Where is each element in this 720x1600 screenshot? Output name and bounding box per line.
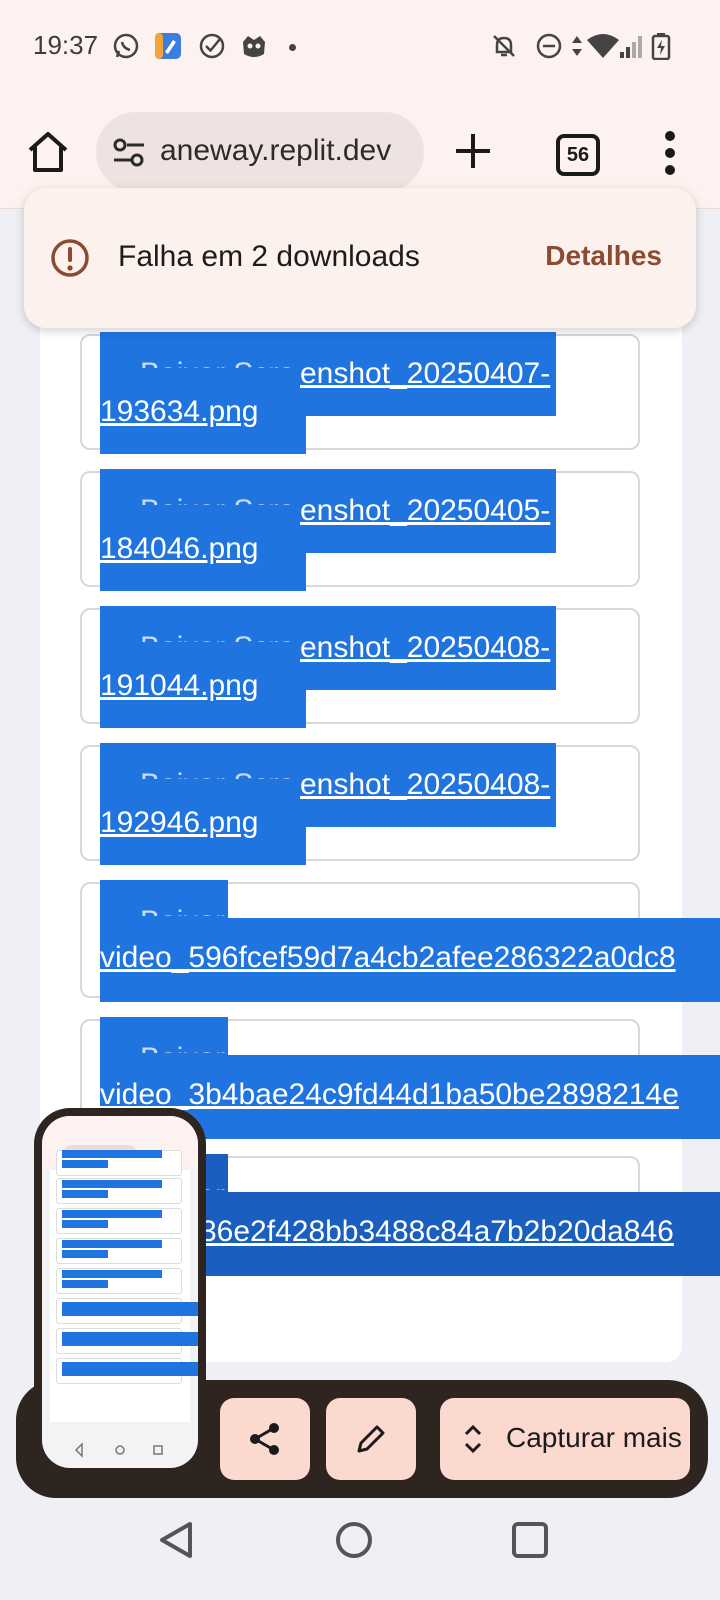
download-link-line1[interactable]: enshot_20250408- <box>300 767 550 803</box>
new-tab-icon[interactable] <box>452 130 494 172</box>
error-icon <box>51 239 89 277</box>
url-bar[interactable]: aneway.replit.dev <box>96 112 424 192</box>
download-link-line2[interactable]: 184046.png <box>100 531 259 567</box>
battery-charging-icon <box>651 33 671 60</box>
share-button[interactable] <box>220 1398 310 1480</box>
download-link-line2[interactable]: 192946.png <box>100 805 259 841</box>
site-settings-icon[interactable] <box>112 138 146 168</box>
thumbnail-highlight <box>62 1332 198 1346</box>
thumbnail-highlight <box>62 1210 162 1218</box>
download-link-line2[interactable]: 193634.png <box>100 394 259 430</box>
status-bar: 19:37 <box>0 0 720 96</box>
expand-icon <box>464 1424 482 1454</box>
system-nav-bar <box>0 1500 720 1600</box>
snackbar-message: Falha em 2 downloads <box>118 240 420 273</box>
more-menu-icon[interactable] <box>664 130 676 176</box>
share-icon <box>250 1423 279 1455</box>
whatsapp-icon <box>113 33 139 59</box>
tab-count: 56 <box>566 144 590 166</box>
thumbnail-screen <box>42 1116 198 1468</box>
download-link-line2[interactable]: video_596fcef59d7a4cb2afee286322a0dc8 <box>100 940 676 976</box>
url-text: aneway.replit.dev <box>160 134 392 167</box>
thumbnail-highlight <box>62 1150 162 1158</box>
download-link-line1[interactable]: enshot_20250407- <box>300 356 550 392</box>
thumbnail-highlight <box>62 1250 108 1258</box>
recents-icon[interactable] <box>510 1520 550 1560</box>
thumbnail-highlight <box>62 1280 108 1288</box>
home-icon[interactable] <box>26 130 70 174</box>
capture-more-label: Capturar mais <box>506 1422 682 1453</box>
mascot-icon <box>243 36 265 57</box>
download-link-line2[interactable]: 191044.png <box>100 668 259 704</box>
back-icon[interactable] <box>156 1520 196 1560</box>
edit-button[interactable] <box>326 1398 416 1480</box>
bell-off-icon <box>493 35 515 57</box>
signal-icon <box>620 36 642 58</box>
home-nav-icon[interactable] <box>334 1520 374 1560</box>
app-edit-icon <box>155 33 181 59</box>
download-failed-snackbar: Falha em 2 downloads Detalhes <box>24 188 696 328</box>
dnd-icon <box>536 33 562 59</box>
download-link-line1[interactable]: enshot_20250408- <box>300 630 550 666</box>
check-circle-icon <box>199 33 225 59</box>
thumbnail-highlight <box>62 1160 108 1168</box>
wifi-icon <box>587 34 619 58</box>
details-button[interactable]: Detalhes <box>545 240 662 272</box>
thumbnail-highlight <box>62 1220 108 1228</box>
download-link-line2[interactable]: 36e2f428bb3488c84a7b2b20da846 <box>200 1214 674 1250</box>
link-clip: video_3b4bae24c9fd44d1ba50be2898214e <box>100 1075 720 1119</box>
thumbnail-highlight <box>62 1302 198 1316</box>
thumbnail-highlight <box>62 1362 198 1376</box>
download-link-line2[interactable]: video_3b4bae24c9fd44d1ba50be2898214e <box>100 1077 679 1113</box>
edit-icon <box>357 1425 385 1453</box>
data-arrows-icon <box>572 36 582 56</box>
thumbnail-highlight <box>62 1240 162 1248</box>
tab-switcher-icon[interactable]: 56 <box>556 134 600 176</box>
capture-more-button[interactable]: Capturar mais <box>440 1398 690 1480</box>
link-clip: video_596fcef59d7a4cb2afee286322a0dc8 <box>100 938 720 982</box>
download-link-line1[interactable]: enshot_20250405- <box>300 493 550 529</box>
notification-dot <box>289 44 296 51</box>
thumbnail-nav-bar <box>74 1442 163 1458</box>
thumbnail-highlight <box>62 1180 162 1188</box>
thumbnail-highlight <box>62 1270 162 1278</box>
thumbnail-highlight <box>62 1190 108 1198</box>
status-time: 19:37 <box>33 30 99 60</box>
